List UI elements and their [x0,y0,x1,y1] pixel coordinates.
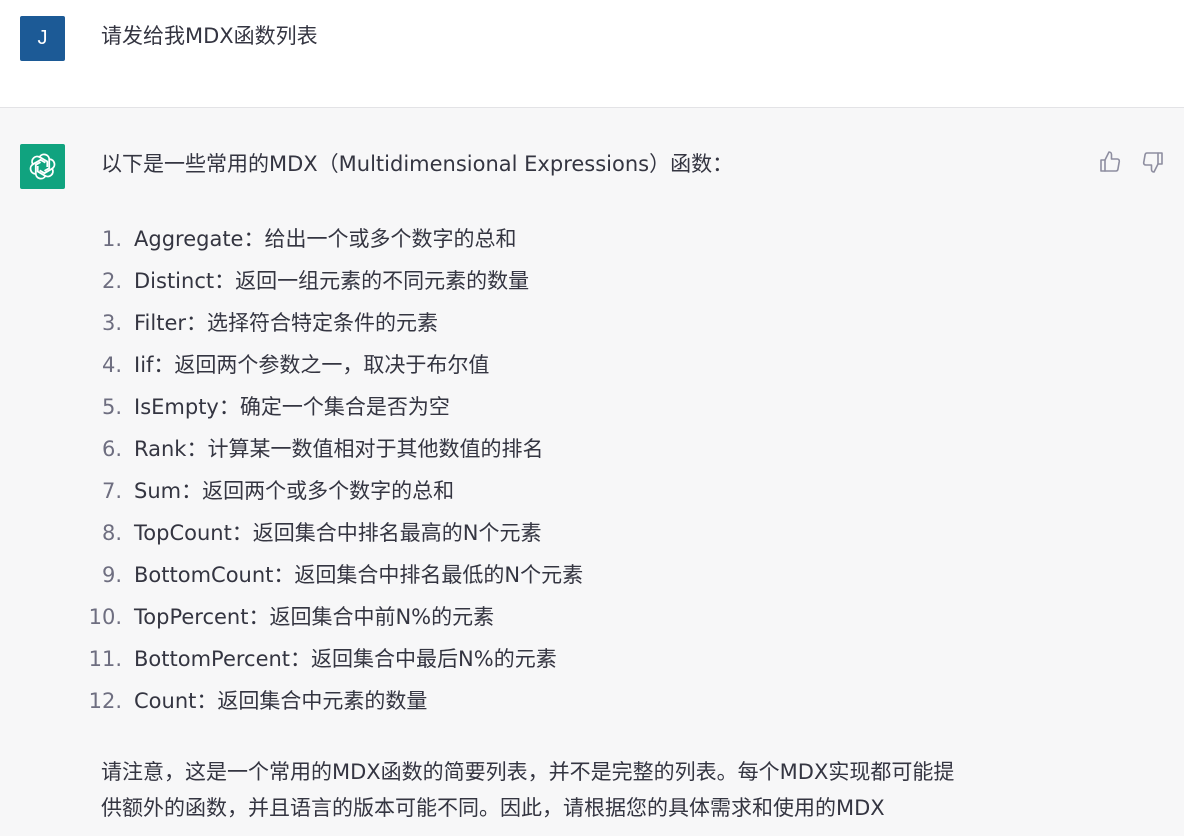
assistant-avatar [20,144,65,189]
list-item-text: IsEmpty：确定一个集合是否为空 [134,395,450,419]
list-item: 3. Filter：选择符合特定条件的元素 [80,302,583,344]
list-item-text: TopCount：返回集合中排名最高的N个元素 [134,521,542,545]
list-item: 4. Iif：返回两个参数之一，取决于布尔值 [80,344,583,386]
user-avatar: J [20,16,65,61]
assistant-intro-text: 以下是一些常用的MDX（Multidimensional Expressions… [101,152,734,176]
list-item: 12. Count：返回集合中元素的数量 [80,680,583,722]
list-item: 7. Sum：返回两个或多个数字的总和 [80,470,583,512]
thumbs-down-icon[interactable] [1141,150,1165,174]
mdx-function-list: 1. Aggregate：给出一个或多个数字的总和 2. Distinct：返回一组… [80,218,584,722]
list-item-number: 8. [101,521,122,545]
list-item-number: 10. [88,605,122,629]
list-item: 8. TopCount：返回集合中排名最高的N个元素 [80,512,583,554]
list-item-number: 11. [88,647,122,671]
list-item-text: Distinct：返回一组元素的不同元素的数量 [134,269,530,293]
list-item: 9. BottomCount：返回集合中排名最低的N个元素 [80,554,583,596]
list-item-text: Sum：返回两个或多个数字的总和 [134,479,455,503]
user-message-text: 请发给我MDX函数列表 [101,24,318,48]
openai-logo-icon [29,153,56,180]
note-line: 请注意，这是一个常用的MDX函数的简要列表，并不是完整的列表。每个MDX实现都可… [101,760,955,784]
list-item-number: 6. [101,437,122,461]
list-item: 11. BottomPercent：返回集合中最后N%的元素 [80,638,583,680]
list-item-text: Aggregate：给出一个或多个数字的总和 [134,227,517,251]
list-item-text: Count：返回集合中元素的数量 [134,689,428,713]
list-item: 6. Rank：计算某一数值相对于其他数值的排名 [80,428,583,470]
user-message-row: J 请发给我MDX函数列表 [0,0,1184,108]
thumbs-up-icon[interactable] [1098,150,1122,174]
list-item-number: 7. [101,479,122,503]
list-item-number: 5. [101,395,122,419]
list-item: 1. Aggregate：给出一个或多个数字的总和 [80,218,583,260]
note-line: 供额外的函数，并且语言的版本可能不同。因此，请根据您的具体需求和使用的MDX [101,796,885,820]
list-item-number: 9. [101,563,122,587]
list-item-text: Rank：计算某一数值相对于其他数值的排名 [134,437,544,461]
assistant-message-row: 以下是一些常用的MDX（Multidimensional Expressions… [0,108,1184,836]
list-item-text: BottomCount：返回集合中排名最低的N个元素 [134,563,584,587]
list-item-number: 4. [101,353,122,377]
list-item-number: 3. [101,311,122,335]
list-item-text: TopPercent：返回集合中前N%的元素 [134,605,495,629]
list-item-number: 2. [101,269,122,293]
list-item: 5. IsEmpty：确定一个集合是否为空 [80,386,583,428]
list-item-number: 1. [101,227,122,251]
list-item: 10. TopPercent：返回集合中前N%的元素 [80,596,583,638]
list-item-text: Iif：返回两个参数之一，取决于布尔值 [134,353,490,377]
list-item-text: BottomPercent：返回集合中最后N%的元素 [134,647,557,671]
list-item-text: Filter：选择符合特定条件的元素 [134,311,439,335]
list-item: 2. Distinct：返回一组元素的不同元素的数量 [80,260,583,302]
list-item-number: 12. [88,689,122,713]
assistant-note: 请注意，这是一个常用的MDX函数的简要列表，并不是完整的列表。每个MDX实现都可… [101,754,1101,826]
